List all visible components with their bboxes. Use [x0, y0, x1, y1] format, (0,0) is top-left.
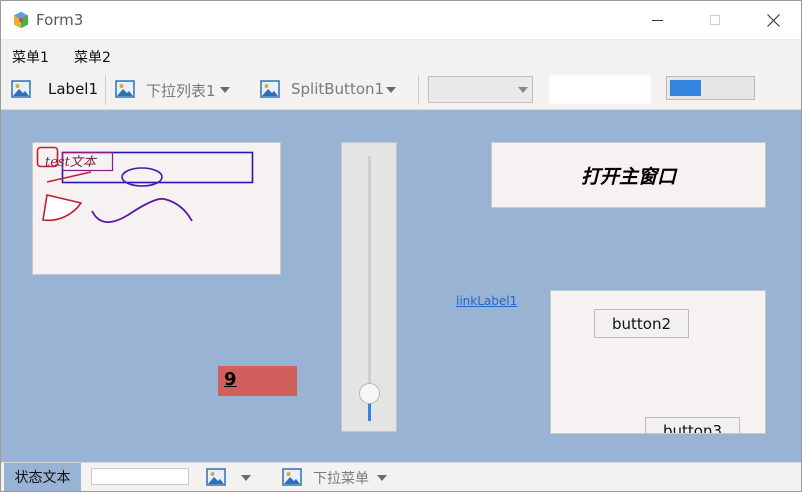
chevron-down-icon[interactable] [241, 475, 251, 481]
trackbar-track [368, 156, 371, 421]
toolbar-separator [105, 75, 106, 105]
progress-fill [670, 80, 701, 96]
minimize-icon [651, 19, 663, 21]
status-bar: 状态文本 下拉菜单 [1, 462, 801, 491]
link-label[interactable]: linkLabel1 [456, 294, 517, 308]
vertical-trackbar[interactable] [341, 142, 397, 432]
drawing-canvas: test文本 [36, 146, 254, 223]
toolbar-progress-bar [666, 76, 755, 100]
status-dropdown[interactable]: 下拉菜单 [313, 468, 369, 488]
canvas-sample-text: test文本 [45, 154, 98, 170]
number-value: 9 [224, 369, 237, 390]
image-icon[interactable] [115, 80, 135, 98]
minimize-button[interactable] [628, 1, 686, 39]
toolbar-combobox[interactable] [428, 76, 533, 103]
line-shape [46, 171, 92, 183]
toolbar-label1: Label1 [48, 80, 99, 98]
window-title: Form3 [36, 11, 84, 29]
ellipse-shape [121, 167, 163, 187]
image-icon[interactable] [282, 468, 302, 486]
toolbar-dropdown1[interactable]: 下拉列表1 [146, 80, 216, 101]
drawing-panel: test文本 [32, 142, 281, 275]
button2[interactable]: button2 [594, 309, 689, 338]
main-window: Form3 菜单1 菜单2 Label1 下拉列表1 SplitButton1 … [0, 0, 802, 492]
menu-bar: 菜单1 菜单2 [1, 39, 801, 70]
close-icon [766, 13, 780, 27]
chevron-down-icon[interactable] [518, 87, 528, 93]
title-bar[interactable]: Form3 [1, 1, 801, 39]
image-icon[interactable] [260, 80, 280, 98]
pie-shape [42, 194, 83, 222]
button3[interactable]: button3 [645, 417, 740, 433]
maximize-icon [710, 15, 720, 25]
menu-item-1[interactable]: 菜单1 [12, 47, 49, 67]
chevron-down-icon[interactable] [377, 475, 387, 481]
toolbar: Label1 下拉列表1 SplitButton1 [1, 70, 801, 110]
toolbar-split-button1[interactable]: SplitButton1 [291, 80, 384, 98]
status-input[interactable] [91, 468, 189, 485]
chevron-down-icon[interactable] [220, 87, 230, 93]
button-panel: button2 button3 [550, 290, 766, 434]
close-button[interactable] [744, 1, 802, 39]
client-area: test文本 打开主窗口 linkLabel1 button2 button3 … [1, 110, 801, 462]
app-icon [14, 12, 28, 28]
toolbar-separator [418, 75, 419, 105]
image-icon[interactable] [206, 468, 226, 486]
trackbar-thumb[interactable] [359, 383, 380, 404]
maximize-button[interactable] [686, 1, 744, 39]
toolbar-textbox[interactable] [549, 75, 651, 104]
number-box[interactable]: 9 [218, 366, 297, 396]
curve-shape [91, 197, 193, 223]
trackbar-fill [368, 401, 371, 421]
status-text: 状态文本 [4, 463, 81, 491]
chevron-down-icon[interactable] [386, 87, 396, 93]
image-icon[interactable] [11, 80, 31, 98]
menu-item-2[interactable]: 菜单2 [74, 47, 111, 67]
open-main-window-button[interactable]: 打开主窗口 [491, 142, 766, 208]
